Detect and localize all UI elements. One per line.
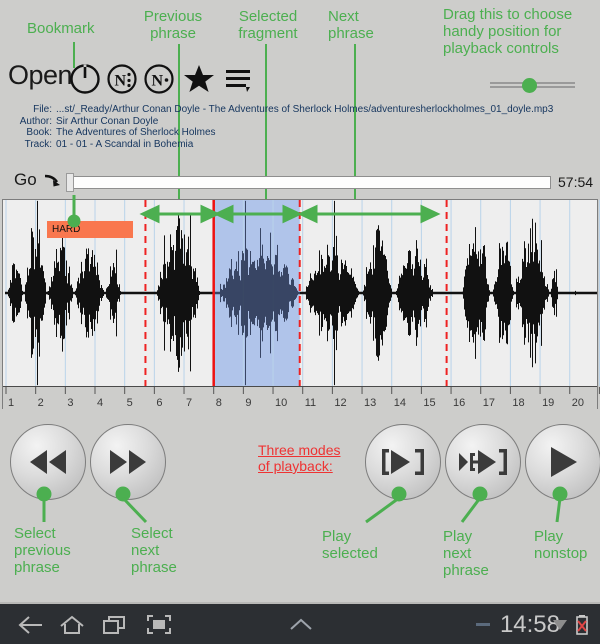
phrase-dot-icon[interactable]: N <box>142 61 176 95</box>
svg-text:15: 15 <box>423 397 435 409</box>
clock: 14:58 <box>499 611 560 638</box>
svg-text:12: 12 <box>334 397 346 409</box>
metadata-row-track: Track: 01 - 01 - A Scandal in Bohemia <box>0 139 600 151</box>
rewind-icon <box>30 450 66 474</box>
recents-icon[interactable] <box>102 614 128 636</box>
playlist-menu-icon[interactable] <box>222 61 256 95</box>
seek-slider-thumb[interactable] <box>66 173 74 192</box>
annotation-three-modes: Three modes of playback: <box>258 442 341 474</box>
wifi-icon <box>552 618 568 632</box>
expand-up-icon[interactable] <box>286 614 316 636</box>
svg-text:2: 2 <box>38 397 44 409</box>
svg-text:11: 11 <box>305 397 316 409</box>
caption-play-next-phrase: Play next phrase <box>443 528 489 579</box>
go-arrow-icon <box>44 172 64 188</box>
metadata-value-track: 01 - 01 - A Scandal in Bohemia <box>56 138 194 150</box>
playback-controls-position-slider[interactable] <box>490 78 575 93</box>
svg-text:4: 4 <box>97 397 103 409</box>
svg-text:N: N <box>115 73 127 90</box>
svg-text:5: 5 <box>127 397 133 409</box>
svg-text:10: 10 <box>275 397 287 409</box>
svg-text:6: 6 <box>156 397 162 409</box>
metadata-key: Book: <box>26 127 52 138</box>
annotation-drag-handle: Drag this to choose handy position for p… <box>443 6 573 57</box>
play-selected-icon <box>382 449 424 475</box>
play-next-phrase-icon <box>459 449 507 475</box>
svg-text:13: 13 <box>364 397 376 409</box>
go-label: Go <box>14 170 37 189</box>
home-icon[interactable] <box>58 614 86 636</box>
fullscreen-icon[interactable] <box>146 614 172 636</box>
svg-text:18: 18 <box>512 397 524 409</box>
fast-forward-icon <box>110 450 146 474</box>
metadata-row-book: Book: The Adventures of Sherlock Holmes <box>0 127 600 139</box>
waveform-ruler: 12345678910111213141516171819202 <box>3 386 600 409</box>
svg-text:7: 7 <box>186 397 192 409</box>
annotation-bookmark: Bookmark <box>27 20 95 37</box>
seek-slider-track[interactable] <box>66 176 551 189</box>
metadata-key: Track: <box>24 138 52 150</box>
caption-select-previous-phrase: Select previous phrase <box>14 525 71 576</box>
play-icon <box>551 447 577 477</box>
caption-select-next-phrase: Select next phrase <box>131 525 177 576</box>
svg-text:N: N <box>152 73 164 90</box>
svg-text:8: 8 <box>216 397 222 409</box>
svg-text:20: 20 <box>572 397 584 409</box>
annotation-next-phrase: Next phrase <box>328 8 374 42</box>
svg-text:9: 9 <box>245 397 251 409</box>
metadata-row-author: Author: Sir Arthur Conan Doyle <box>0 116 600 128</box>
metadata-key: Author: <box>19 115 52 127</box>
svg-text:17: 17 <box>483 397 495 409</box>
caption-play-selected: Play selected <box>322 528 378 562</box>
annotation-bookmark-pointer <box>67 195 81 228</box>
svg-text:14: 14 <box>394 397 406 409</box>
open-button[interactable]: Open <box>8 60 73 91</box>
android-navigation-bar: 14:58 <box>0 604 600 644</box>
metadata-row-file: File: ...st/_Ready/Arthur Conan Doyle - … <box>0 104 600 116</box>
annotation-selected-fragment: Selected fragment <box>238 8 298 42</box>
svg-text:16: 16 <box>453 397 465 409</box>
metadata-value-book: The Adventures of Sherlock Holmes <box>56 127 216 138</box>
battery-icon <box>575 614 589 636</box>
svg-text:1: 1 <box>8 397 14 409</box>
svg-text:19: 19 <box>542 397 554 409</box>
audio-player-app: Bookmark Previous phrase Selected fragme… <box>0 0 600 602</box>
status-dash-icon <box>476 623 490 626</box>
annotation-previous-phrase: Previous phrase <box>143 8 203 42</box>
star-bookmark-icon[interactable] <box>182 61 216 95</box>
power-icon[interactable] <box>68 61 102 95</box>
metadata-key: File: <box>33 104 52 115</box>
metadata-value-file: ...st/_Ready/Arthur Conan Doyle - The Ad… <box>56 104 554 115</box>
slider-thumb[interactable] <box>522 78 537 93</box>
total-duration: 57:54 <box>558 174 594 190</box>
back-icon[interactable] <box>16 614 44 636</box>
svg-text:3: 3 <box>67 397 73 409</box>
caption-play-nonstop: Play nonstop <box>534 528 588 562</box>
metadata-value-author: Sir Arthur Conan Doyle <box>56 115 159 127</box>
track-metadata: File: ...st/_Ready/Arthur Conan Doyle - … <box>0 104 600 150</box>
phrase-mark-icon[interactable]: N <box>105 61 139 95</box>
